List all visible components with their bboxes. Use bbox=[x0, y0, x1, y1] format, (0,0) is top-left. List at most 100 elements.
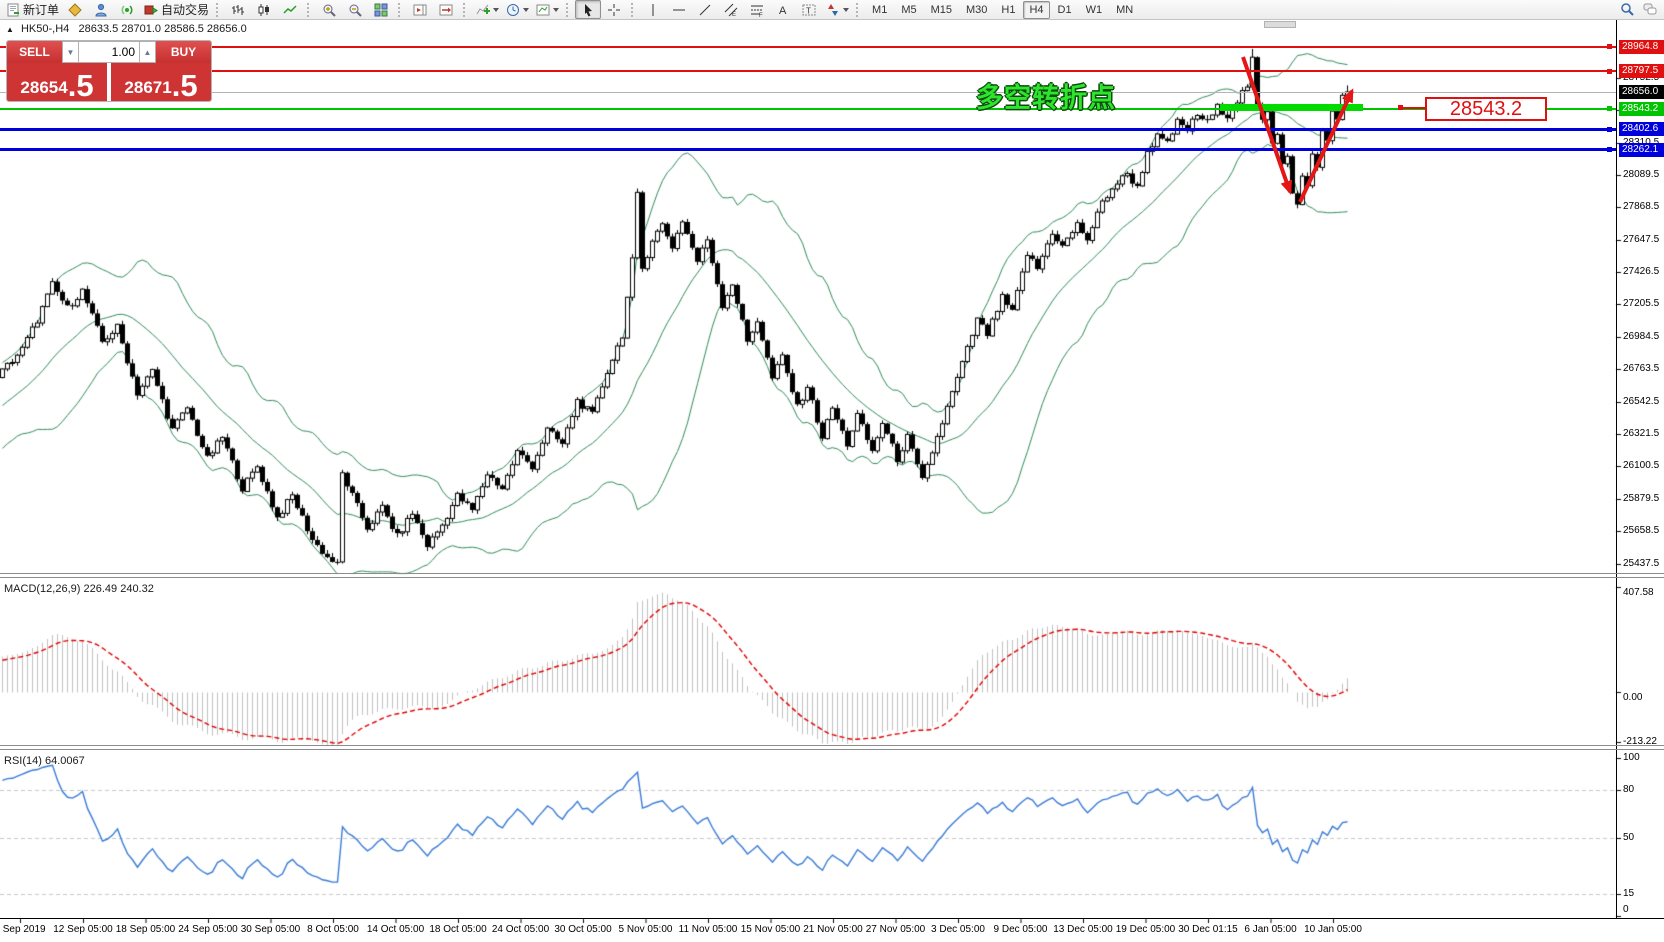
timeframe-m30-button[interactable]: M30 bbox=[960, 1, 993, 19]
periods-button[interactable] bbox=[502, 0, 532, 19]
price-level-label: 28964.8 bbox=[1619, 40, 1664, 54]
hline-28964.8[interactable] bbox=[0, 46, 1616, 48]
arrows-button[interactable] bbox=[822, 0, 852, 19]
price-level-label: 28262.1 bbox=[1619, 143, 1664, 157]
price-level-label: 28402.6 bbox=[1619, 122, 1664, 136]
hline-28402.6[interactable] bbox=[0, 128, 1616, 131]
toolbar-separator bbox=[216, 3, 221, 17]
zoom-in-button[interactable] bbox=[316, 0, 342, 19]
chart-profile-icon bbox=[68, 2, 83, 17]
hline-28262.1[interactable] bbox=[0, 148, 1616, 151]
price-level-label: 28797.5 bbox=[1619, 64, 1664, 78]
pane-separator[interactable] bbox=[0, 749, 1664, 750]
svg-text:E: E bbox=[732, 12, 736, 17]
turning-point-annotation[interactable]: 多空转折点 bbox=[976, 76, 1116, 115]
collapse-ohlc-button[interactable]: ▲ bbox=[6, 25, 14, 34]
svg-text:A: A bbox=[779, 5, 787, 17]
toolbar-separator bbox=[398, 3, 403, 17]
timeframe-m15-button[interactable]: M15 bbox=[925, 1, 958, 19]
symbol-name: HK50-,H4 bbox=[21, 23, 69, 35]
text-label-button[interactable]: T bbox=[796, 0, 822, 19]
community-button[interactable] bbox=[88, 0, 114, 19]
autotrading-button[interactable]: 自动交易 bbox=[140, 0, 212, 19]
pane-separator[interactable] bbox=[0, 573, 1664, 574]
signal-button[interactable] bbox=[114, 0, 140, 19]
chevron-down-icon bbox=[843, 8, 849, 12]
line-anchor-bullet bbox=[1607, 44, 1612, 49]
cursor-icon bbox=[581, 2, 596, 17]
tile-windows-icon bbox=[374, 2, 389, 17]
toolbar: 新订单 自动交易 E FA T M1M5M15M30H1H4D1W1MN bbox=[0, 0, 1664, 20]
price-level-label: 28543.2 bbox=[1619, 102, 1664, 116]
mt4-chart-window: 28752.528531.528310.528089.527868.527647… bbox=[0, 0, 1664, 942]
channel-button[interactable]: E bbox=[718, 0, 744, 19]
cursor-button[interactable] bbox=[575, 0, 601, 19]
volume-increase-button[interactable]: ▲ bbox=[139, 41, 156, 63]
time-axis-line bbox=[0, 918, 1664, 919]
symbol-header: ▲ HK50-,H4 28633.5 28701.0 28586.5 28656… bbox=[6, 23, 247, 35]
hline-28656.0[interactable] bbox=[0, 92, 1616, 93]
chart-profile-button[interactable] bbox=[62, 0, 88, 19]
sell-price-button[interactable]: 28654 .5 bbox=[7, 63, 107, 102]
pane-separator[interactable] bbox=[0, 745, 1664, 746]
price-level-label: 28656.0 bbox=[1619, 85, 1664, 99]
chat-icon[interactable] bbox=[1643, 2, 1658, 17]
chart-shift-button[interactable] bbox=[407, 0, 433, 19]
timeframe-d1-button[interactable]: D1 bbox=[1052, 1, 1078, 19]
buy-button[interactable]: BUY bbox=[156, 41, 211, 63]
hline-28543.2[interactable] bbox=[0, 108, 1616, 110]
pane-separator[interactable] bbox=[0, 577, 1664, 578]
text-button[interactable]: A bbox=[770, 0, 796, 19]
timeframe-w1-button[interactable]: W1 bbox=[1080, 1, 1109, 19]
crosshair-icon bbox=[607, 2, 622, 17]
chart-scrollbar[interactable] bbox=[1264, 21, 1296, 28]
macd-signal-value: 240.32 bbox=[120, 583, 154, 595]
autotrading-icon bbox=[143, 2, 158, 17]
search-icon[interactable] bbox=[1620, 2, 1635, 17]
indicators-button[interactable] bbox=[472, 0, 502, 19]
text-label-icon: T bbox=[802, 2, 817, 17]
rsi-value: 64.0067 bbox=[45, 755, 85, 767]
hline-icon bbox=[672, 2, 687, 17]
vline-button[interactable] bbox=[640, 0, 666, 19]
templates-button[interactable] bbox=[532, 0, 562, 19]
crosshair-button[interactable] bbox=[601, 0, 627, 19]
timeframe-h1-button[interactable]: H1 bbox=[995, 1, 1021, 19]
svg-text:T: T bbox=[806, 6, 811, 15]
rsi-name: RSI(14) bbox=[4, 755, 42, 767]
sell-price: 28654 bbox=[20, 75, 67, 101]
chevron-down-icon bbox=[523, 8, 529, 12]
zoom-out-button[interactable] bbox=[342, 0, 368, 19]
line-anchor-bullet bbox=[1607, 147, 1612, 152]
community-icon bbox=[94, 2, 109, 17]
timeframe-m5-button[interactable]: M5 bbox=[895, 1, 922, 19]
volume-input[interactable] bbox=[79, 41, 139, 63]
sell-button[interactable]: SELL bbox=[7, 41, 62, 63]
timeframe-m1-button[interactable]: M1 bbox=[866, 1, 893, 19]
tile-windows-button[interactable] bbox=[368, 0, 394, 19]
bar-chart-button[interactable] bbox=[225, 0, 251, 19]
macd-name: MACD(12,26,9) bbox=[4, 583, 80, 595]
chevron-down-icon bbox=[493, 8, 499, 12]
timeframe-h4-button[interactable]: H4 bbox=[1023, 1, 1049, 19]
timeframe-mn-button[interactable]: MN bbox=[1110, 1, 1139, 19]
auto-scroll-button[interactable] bbox=[433, 0, 459, 19]
candle-chart-button[interactable] bbox=[251, 0, 277, 19]
chart-canvas[interactable] bbox=[0, 0, 1664, 942]
support-zone-bar[interactable] bbox=[1220, 104, 1363, 111]
zoom-in-icon bbox=[322, 2, 337, 17]
price-tag-box[interactable]: 28543.2 bbox=[1425, 97, 1547, 121]
volume-decrease-button[interactable]: ▼ bbox=[62, 41, 79, 63]
hline-button[interactable] bbox=[666, 0, 692, 19]
hline-28797.5[interactable] bbox=[0, 70, 1616, 72]
fibonacci-button[interactable]: F bbox=[744, 0, 770, 19]
new-order-button[interactable]: 新订单 bbox=[2, 0, 62, 19]
bar-chart-icon bbox=[231, 2, 246, 17]
toolbar-button-label: 新订单 bbox=[23, 1, 59, 18]
trendline-button[interactable] bbox=[692, 0, 718, 19]
arrows-icon bbox=[825, 2, 840, 17]
buy-price-button[interactable]: 28671 .5 bbox=[111, 63, 211, 102]
text-icon: A bbox=[776, 2, 791, 17]
price-tag-connector bbox=[1402, 107, 1425, 109]
line-chart-button[interactable] bbox=[277, 0, 303, 19]
